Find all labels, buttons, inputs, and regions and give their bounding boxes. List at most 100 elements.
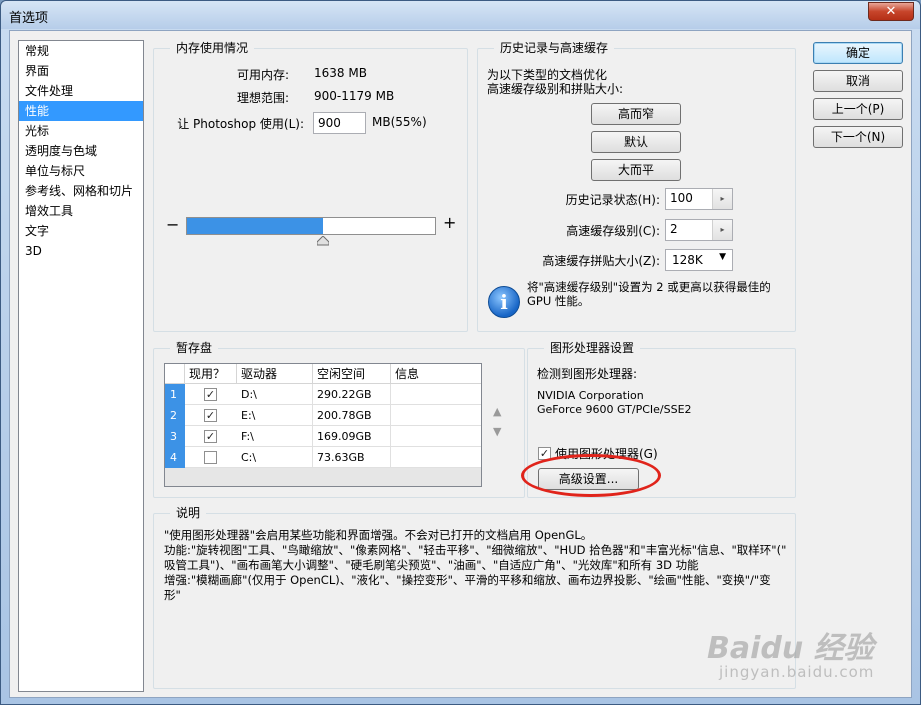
big-flat-button[interactable]: 大而平 — [591, 159, 681, 181]
history-states-stepper[interactable]: 100 ▸ — [665, 188, 733, 210]
description-line: 形" — [164, 588, 181, 602]
cache-tile-size-label: 高速缓存拼贴大小(Z): — [542, 254, 660, 268]
history-states-label: 历史记录状态(H): — [565, 193, 660, 207]
row-number: 3 — [165, 426, 185, 447]
table-row[interactable]: 3 ✓ F:\ 169.09GB — [165, 426, 481, 447]
active-checkbox[interactable] — [204, 451, 217, 464]
active-column-header[interactable]: 现用？ — [185, 364, 237, 384]
nav-item-file-handling[interactable]: 文件处理 — [19, 81, 143, 101]
nav-item-units[interactable]: 单位与标尺 — [19, 161, 143, 181]
ok-button[interactable]: 确定 — [813, 42, 903, 64]
active-checkbox[interactable]: ✓ — [204, 430, 217, 443]
ideal-range-value: 900-1179 MB — [314, 89, 395, 103]
drive-cell: F:\ — [241, 426, 313, 447]
baidu-watermark: Baidu 经验 jingyan.baidu.com — [701, 623, 901, 693]
nav-item-3d[interactable]: 3D — [19, 241, 143, 261]
history-states-arrow-icon[interactable]: ▸ — [712, 189, 732, 209]
memory-usage-input[interactable]: 900 — [313, 112, 366, 134]
description-line: 吸管工具")、"画布画笔大小调整"、"硬毛刷笔尖预览"、"油画"、"自适应广角"… — [164, 558, 699, 572]
previous-button[interactable]: 上一个(P) — [813, 98, 903, 120]
annotation-ellipse — [521, 454, 661, 497]
nav-item-interface[interactable]: 界面 — [19, 61, 143, 81]
cache-levels-stepper[interactable]: 2 ▸ — [665, 219, 733, 241]
memory-slider[interactable] — [186, 217, 436, 235]
scratch-disks-title: 暂存盘 — [170, 340, 219, 356]
gpu-settings-title: 图形处理器设置 — [544, 340, 641, 356]
watermark-url: jingyan.baidu.com — [719, 663, 875, 681]
category-list[interactable]: 常规 界面 文件处理 性能 光标 透明度与色域 单位与标尺 参考线、网格和切片 … — [18, 40, 144, 692]
decrease-memory-button[interactable]: − — [166, 215, 179, 234]
scratch-disks-group: 暂存盘 现用？ 驱动器 空闲空间 信息 1 ✓ D:\ 290.22GB 2 ✓… — [153, 340, 525, 498]
next-button[interactable]: 下一个(N) — [813, 126, 903, 148]
row-number: 4 — [165, 447, 185, 468]
table-row[interactable]: 4 C:\ 73.63GB — [165, 447, 481, 468]
free-space-column-header[interactable]: 空闲空间 — [313, 364, 391, 384]
nav-item-cursors[interactable]: 光标 — [19, 121, 143, 141]
optimize-for-label-2: 高速缓存级别和拼贴大小: — [487, 82, 624, 96]
active-checkbox[interactable]: ✓ — [204, 409, 217, 422]
chevron-down-icon: ▼ — [719, 252, 726, 262]
cache-tile-size-select[interactable]: 128K ▼ — [665, 249, 733, 271]
nav-item-guides[interactable]: 参考线、网格和切片 — [19, 181, 143, 201]
info-column-header[interactable]: 信息 — [391, 364, 481, 384]
close-button[interactable]: ✕ — [868, 2, 914, 21]
nav-item-general[interactable]: 常规 — [19, 41, 143, 61]
gpu-vendor: NVIDIA Corporation — [537, 389, 644, 402]
preferences-window: 首选项 ✕ 常规 界面 文件处理 性能 光标 透明度与色域 单位与标尺 参考线、… — [0, 0, 921, 705]
let-photoshop-use-label: 让 Photoshop 使用(L): — [177, 117, 304, 131]
drive-column-header[interactable]: 驱动器 — [237, 364, 313, 384]
move-up-icon[interactable]: ▲ — [493, 405, 501, 418]
nav-item-type[interactable]: 文字 — [19, 221, 143, 241]
table-row[interactable]: 2 ✓ E:\ 200.78GB — [165, 405, 481, 426]
memory-usage-group: 内存使用情况 可用内存: 1638 MB 理想范围: 900-1179 MB 让… — [153, 40, 468, 332]
description-group: 说明 "使用图形处理器"会启用某些功能和界面增强。不会对已打开的文档启用 Ope… — [153, 505, 796, 689]
drive-cell: E:\ — [241, 405, 313, 426]
description-title: 说明 — [170, 505, 207, 521]
available-memory-label: 可用内存: — [236, 68, 289, 82]
move-down-icon[interactable]: ▼ — [493, 425, 501, 438]
description-line: "使用图形处理器"会启用某些功能和界面增强。不会对已打开的文档启用 OpenGL… — [164, 528, 593, 542]
memory-slider-thumb[interactable] — [317, 236, 330, 246]
watermark-brand: Baidu 经验 — [707, 631, 874, 666]
cache-tile-size-value: 128K — [672, 253, 703, 267]
free-space-cell: 200.78GB — [317, 405, 391, 426]
info-icon: i — [488, 286, 520, 318]
cache-tip-line-2: GPU 性能。 — [527, 294, 590, 308]
free-space-cell: 73.63GB — [317, 447, 391, 468]
memory-usage-unit: MB(55%) — [372, 115, 427, 129]
tall-thin-button[interactable]: 高而窄 — [591, 103, 681, 125]
memory-usage-title: 内存使用情况 — [170, 40, 255, 56]
history-cache-title: 历史记录与高速缓存 — [494, 40, 615, 56]
nav-item-transparency[interactable]: 透明度与色域 — [19, 141, 143, 161]
cache-levels-value: 2 — [670, 222, 678, 236]
description-line: 增强:"模糊画廊"(仅用于 OpenCL)、"液化"、"操控变形"、平滑的平移和… — [164, 573, 771, 587]
drive-cell: D:\ — [241, 384, 313, 405]
description-line: 功能:"旋转视图"工具、"鸟瞰缩放"、"像素网格"、"轻击平移"、"细微缩放"、… — [164, 543, 787, 557]
history-cache-group: 历史记录与高速缓存 为以下类型的文档优化 高速缓存级别和拼贴大小: 高而窄 默认… — [477, 40, 796, 332]
drive-cell: C:\ — [241, 447, 313, 468]
memory-slider-fill — [187, 218, 324, 234]
description-text: "使用图形处理器"会启用某些功能和界面增强。不会对已打开的文档启用 OpenGL… — [164, 528, 794, 603]
nav-item-plugins[interactable]: 增效工具 — [19, 201, 143, 221]
cache-levels-arrow-icon[interactable]: ▸ — [712, 220, 732, 240]
gpu-model: GeForce 9600 GT/PCIe/SSE2 — [537, 403, 692, 416]
cache-levels-label: 高速缓存级别(C): — [566, 224, 660, 238]
ideal-range-label: 理想范围: — [236, 91, 289, 105]
cancel-button[interactable]: 取消 — [813, 70, 903, 92]
horizontal-scrollbar[interactable] — [165, 468, 481, 486]
increase-memory-button[interactable]: + — [443, 213, 456, 232]
window-title: 首选项 — [9, 11, 49, 26]
nav-item-performance[interactable]: 性能 — [19, 101, 143, 121]
row-number: 2 — [165, 405, 185, 426]
active-checkbox[interactable]: ✓ — [204, 388, 217, 401]
default-button[interactable]: 默认 — [591, 131, 681, 153]
row-number: 1 — [165, 384, 185, 405]
history-states-value: 100 — [670, 191, 693, 205]
row-number-header — [165, 364, 185, 384]
free-space-cell: 290.22GB — [317, 384, 391, 405]
table-row[interactable]: 1 ✓ D:\ 290.22GB — [165, 384, 481, 405]
scratch-disks-table[interactable]: 现用？ 驱动器 空闲空间 信息 1 ✓ D:\ 290.22GB 2 ✓ E:\… — [164, 363, 482, 487]
available-memory-value: 1638 MB — [314, 66, 367, 80]
dialog-body: 常规 界面 文件处理 性能 光标 透明度与色域 单位与标尺 参考线、网格和切片 … — [9, 30, 912, 698]
title-bar[interactable]: 首选项 ✕ — [1, 1, 920, 29]
